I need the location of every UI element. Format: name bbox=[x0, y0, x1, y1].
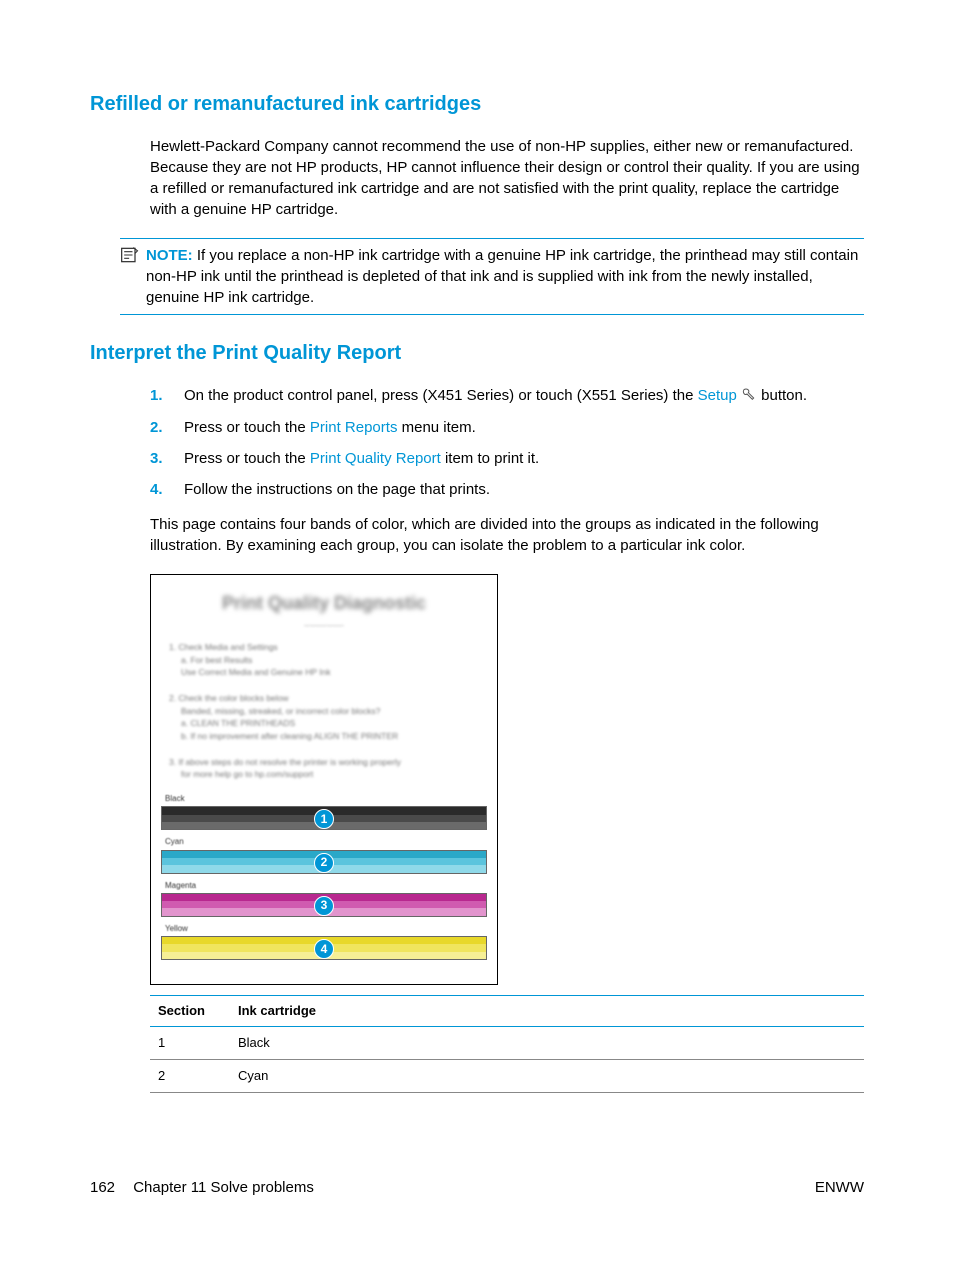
note-text: If you replace a non-HP ink cartridge wi… bbox=[146, 247, 858, 306]
diagram-subtitle: ─────── bbox=[151, 620, 497, 631]
text: Press or touch the bbox=[184, 450, 310, 467]
text: On the product control panel, press (X45… bbox=[184, 387, 698, 404]
ink-table: Section Ink cartridge 1 Black 2 Cyan bbox=[150, 995, 864, 1094]
heading-interpret: Interpret the Print Quality Report bbox=[90, 339, 864, 367]
step-2: 2. Press or touch the Print Reports menu… bbox=[150, 417, 864, 438]
text: menu item. bbox=[397, 419, 475, 436]
step-text: Follow the instructions on the page that… bbox=[184, 479, 490, 500]
text: Press or touch the bbox=[184, 419, 310, 436]
link-pq-report[interactable]: Print Quality Report bbox=[310, 450, 441, 467]
wrench-icon bbox=[741, 386, 757, 407]
band-label: Yellow bbox=[161, 923, 487, 934]
table-header-row: Section Ink cartridge bbox=[150, 995, 864, 1026]
callout-3: 3 bbox=[314, 896, 334, 916]
band-magenta: Magenta 3 bbox=[151, 880, 497, 917]
step-3: 3. Press or touch the Print Quality Repo… bbox=[150, 448, 864, 469]
footer-right: ENWW bbox=[815, 1177, 864, 1198]
cell-section: 2 bbox=[150, 1060, 230, 1093]
table-row: 1 Black bbox=[150, 1027, 864, 1060]
footer-left: 162 Chapter 11 Solve problems bbox=[90, 1177, 314, 1198]
band-label: Black bbox=[161, 793, 487, 804]
th-cartridge: Ink cartridge bbox=[230, 995, 864, 1026]
band-label: Cyan bbox=[161, 836, 487, 847]
text: button. bbox=[757, 387, 807, 404]
callout-2: 2 bbox=[314, 853, 334, 873]
heading-refilled: Refilled or remanufactured ink cartridge… bbox=[90, 90, 864, 118]
step-text: On the product control panel, press (X45… bbox=[184, 385, 807, 407]
callout-1: 1 bbox=[314, 809, 334, 829]
table-row: 2 Cyan bbox=[150, 1060, 864, 1093]
note-content: NOTE: If you replace a non-HP ink cartri… bbox=[146, 245, 864, 308]
callout-4: 4 bbox=[314, 939, 334, 959]
note-icon bbox=[120, 245, 140, 271]
diagram-title: Print Quality Diagnostic bbox=[151, 591, 497, 616]
band-yellow: Yellow 4 bbox=[151, 923, 497, 960]
step-num: 3. bbox=[150, 448, 184, 469]
text: item to print it. bbox=[441, 450, 539, 467]
note-box: NOTE: If you replace a non-HP ink cartri… bbox=[120, 238, 864, 315]
th-section: Section bbox=[150, 995, 230, 1026]
step-text: Press or touch the Print Reports menu it… bbox=[184, 417, 476, 438]
band-cyan: Cyan 2 bbox=[151, 836, 497, 873]
band-label: Magenta bbox=[161, 880, 487, 891]
step-1: 1. On the product control panel, press (… bbox=[150, 385, 864, 407]
steps-list: 1. On the product control panel, press (… bbox=[150, 385, 864, 500]
note-label: NOTE: bbox=[146, 247, 193, 264]
diagram-print-quality: Print Quality Diagnostic ─────── 1. Chec… bbox=[150, 574, 498, 985]
link-setup[interactable]: Setup bbox=[698, 387, 737, 404]
step-num: 1. bbox=[150, 385, 184, 407]
step-num: 2. bbox=[150, 417, 184, 438]
step-num: 4. bbox=[150, 479, 184, 500]
page-footer: 162 Chapter 11 Solve problems ENWW bbox=[90, 1177, 864, 1198]
cell-cartridge: Cyan bbox=[230, 1060, 864, 1093]
step-text: Press or touch the Print Quality Report … bbox=[184, 448, 539, 469]
paragraph-bands: This page contains four bands of color, … bbox=[150, 514, 864, 556]
page-number: 162 bbox=[90, 1179, 115, 1196]
band-black: Black 1 bbox=[151, 793, 497, 830]
diagram-instructions: 1. Check Media and Settings a. For best … bbox=[151, 641, 497, 781]
link-print-reports[interactable]: Print Reports bbox=[310, 419, 398, 436]
cell-section: 1 bbox=[150, 1027, 230, 1060]
cell-cartridge: Black bbox=[230, 1027, 864, 1060]
step-4: 4. Follow the instructions on the page t… bbox=[150, 479, 864, 500]
paragraph-refilled: Hewlett-Packard Company cannot recommend… bbox=[150, 136, 864, 220]
chapter-title: Chapter 11 Solve problems bbox=[133, 1179, 314, 1196]
